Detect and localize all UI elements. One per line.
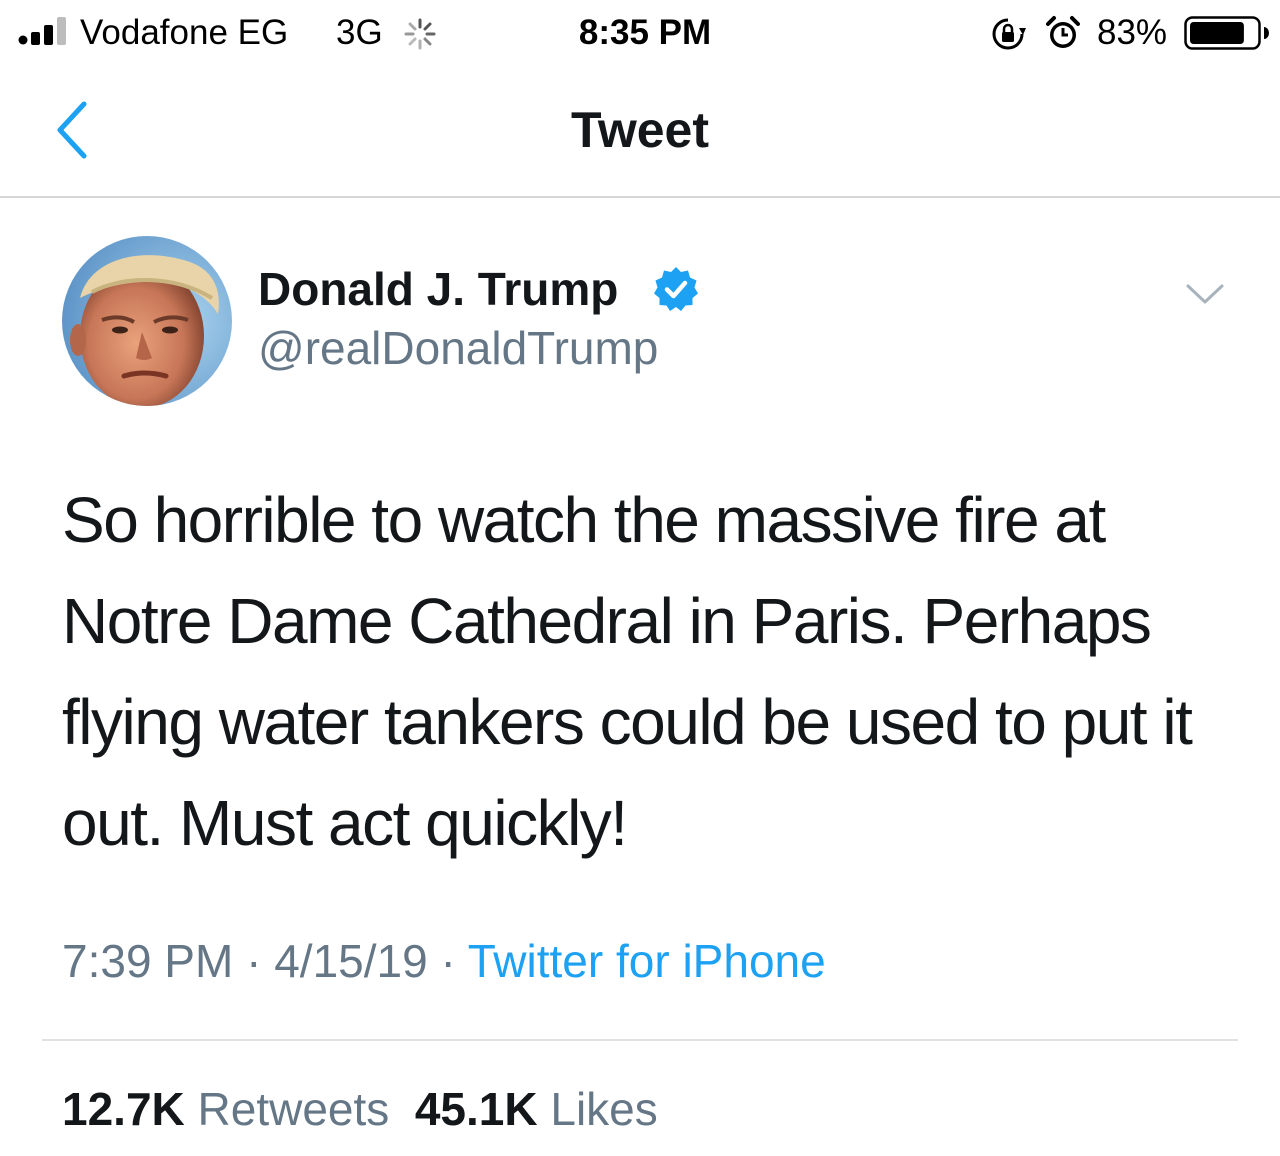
status-bar: Vodafone EG 3G 8:35 PM 83% [0, 0, 1280, 68]
tweet-date: 4/15/19 [274, 935, 428, 987]
battery-percent: 83% [1097, 13, 1168, 52]
more-options-button[interactable] [1184, 280, 1226, 308]
chevron-left-icon [57, 101, 87, 159]
verified-badge-icon [654, 267, 698, 311]
retweets-stat[interactable]: 12.7K Retweets [62, 1083, 389, 1135]
rotation-lock-icon [992, 18, 1026, 50]
page-title: Tweet [571, 102, 709, 158]
activity-spinner-icon [404, 18, 436, 50]
divider [42, 1039, 1238, 1041]
likes-label: Likes [550, 1083, 658, 1135]
likes-stat[interactable]: 45.1K Likes [415, 1083, 658, 1135]
retweets-label: Retweets [197, 1083, 390, 1135]
author-name[interactable]: Donald J. Trump [258, 262, 618, 316]
likes-count: 45.1K [414, 1083, 538, 1135]
tweet-meta: 7:39 PM · 4/15/19 · Twitter for iPhone [62, 932, 826, 990]
battery-icon [1184, 16, 1269, 50]
back-button[interactable] [40, 92, 104, 168]
network-type: 3G [336, 13, 383, 52]
avatar-portrait-icon [62, 236, 232, 406]
tweet-text: So horrible to watch the massive fire at… [62, 484, 1193, 859]
tweet-source-link[interactable]: Twitter for iPhone [468, 935, 826, 987]
signal-icon [18, 17, 66, 45]
tweet-stats: 12.7K Retweets 45.1K Likes [62, 1080, 658, 1138]
retweets-count: 12.7K [62, 1083, 185, 1135]
avatar[interactable] [62, 236, 232, 406]
tweet-time: 7:39 PM [62, 935, 234, 987]
nav-bar: Tweet [0, 68, 1280, 198]
meta-separator: · [246, 935, 262, 987]
carrier-name: Vodafone EG [80, 13, 289, 52]
meta-separator: · [440, 935, 456, 987]
chevron-down-icon [1186, 284, 1224, 304]
alarm-icon [1046, 16, 1080, 48]
author-handle[interactable]: @realDonaldTrump [258, 321, 658, 375]
clock: 8:35 PM [578, 13, 712, 52]
